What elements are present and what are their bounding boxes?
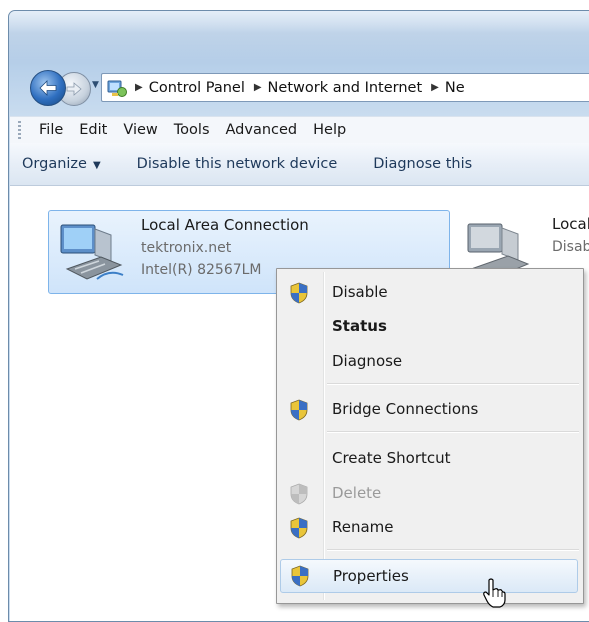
connection-status: Disab [552, 239, 589, 255]
menu-item-rename[interactable]: Rename [280, 512, 578, 542]
uac-shield-icon [290, 483, 308, 505]
back-button[interactable] [30, 70, 66, 106]
menu-item-label: Status [332, 317, 387, 335]
menu-separator [327, 549, 579, 551]
diagnose-connection-button[interactable]: Diagnose this [347, 156, 482, 172]
breadcrumb-separator-icon[interactable]: ▶ [135, 82, 143, 93]
breadcrumb-separator-icon[interactable]: ▶ [431, 82, 439, 93]
menu-item-status[interactable]: Status [280, 311, 578, 341]
menu-item-label: Disable [332, 283, 388, 301]
menu-item-label: Properties [333, 567, 409, 585]
uac-shield-icon [290, 282, 308, 304]
connection-network: tektronix.net [141, 240, 232, 256]
chevron-down-icon: ▼ [92, 160, 101, 171]
forward-arrow-icon [66, 82, 82, 96]
breadcrumb-control-panel[interactable]: Control Panel [149, 80, 245, 96]
menu-separator [327, 431, 579, 433]
uac-shield-icon [290, 517, 308, 539]
menu-edit[interactable]: Edit [71, 122, 115, 138]
menu-item-label: Diagnose [332, 352, 403, 370]
menu-advanced[interactable]: Advanced [218, 122, 306, 138]
menu-item-diagnose[interactable]: Diagnose [280, 346, 578, 376]
menu-item-create-shortcut[interactable]: Create Shortcut [280, 443, 578, 473]
menu-bar-grip [18, 121, 21, 139]
disable-network-device-button[interactable]: Disable this network device [111, 156, 348, 172]
menu-item-label: Delete [332, 484, 382, 502]
menu-view[interactable]: View [115, 122, 165, 138]
organize-label: Organize [22, 156, 87, 172]
menu-item-label: Create Shortcut [332, 449, 451, 467]
address-bar[interactable]: ▶ Control Panel ▶ Network and Internet ▶… [101, 73, 589, 102]
connection-adapter: Intel(R) 82567LM [141, 262, 262, 278]
breadcrumb-network-and-internet[interactable]: Network and Internet [268, 80, 423, 96]
command-bar: Organize ▼ Disable this network device Di… [10, 143, 589, 186]
menu-file[interactable]: File [31, 122, 71, 138]
hand-cursor-icon [483, 578, 506, 608]
connection-name: Local Area Connection [141, 216, 309, 234]
context-menu: Disable Status Diagnose Bridge Connectio… [276, 268, 584, 604]
menu-help[interactable]: Help [305, 122, 354, 138]
menu-item-delete: Delete [280, 478, 578, 508]
menu-tools[interactable]: Tools [166, 122, 218, 138]
menu-item-label: Rename [332, 518, 394, 536]
uac-shield-icon [290, 399, 308, 421]
menu-separator [327, 383, 579, 385]
uac-shield-icon [291, 565, 309, 587]
connection-name: Local [552, 215, 589, 233]
organize-button[interactable]: Organize ▼ [10, 156, 111, 172]
menu-item-properties[interactable]: Properties [280, 559, 578, 593]
menu-item-bridge-connections[interactable]: Bridge Connections [280, 394, 578, 424]
menu-item-label: Bridge Connections [332, 400, 479, 418]
breadcrumb-separator-icon[interactable]: ▶ [254, 82, 262, 93]
back-arrow-icon [39, 80, 57, 96]
control-panel-icon [107, 80, 127, 97]
menu-item-disable[interactable]: Disable [280, 277, 578, 307]
menu-bar: File Edit View Tools Advanced Help [10, 116, 589, 144]
title-bar [9, 11, 589, 63]
network-adapter-icon [60, 224, 124, 280]
breadcrumb-network-connections[interactable]: Ne [445, 80, 465, 96]
recent-pages-dropdown[interactable]: ▼ [92, 81, 100, 90]
